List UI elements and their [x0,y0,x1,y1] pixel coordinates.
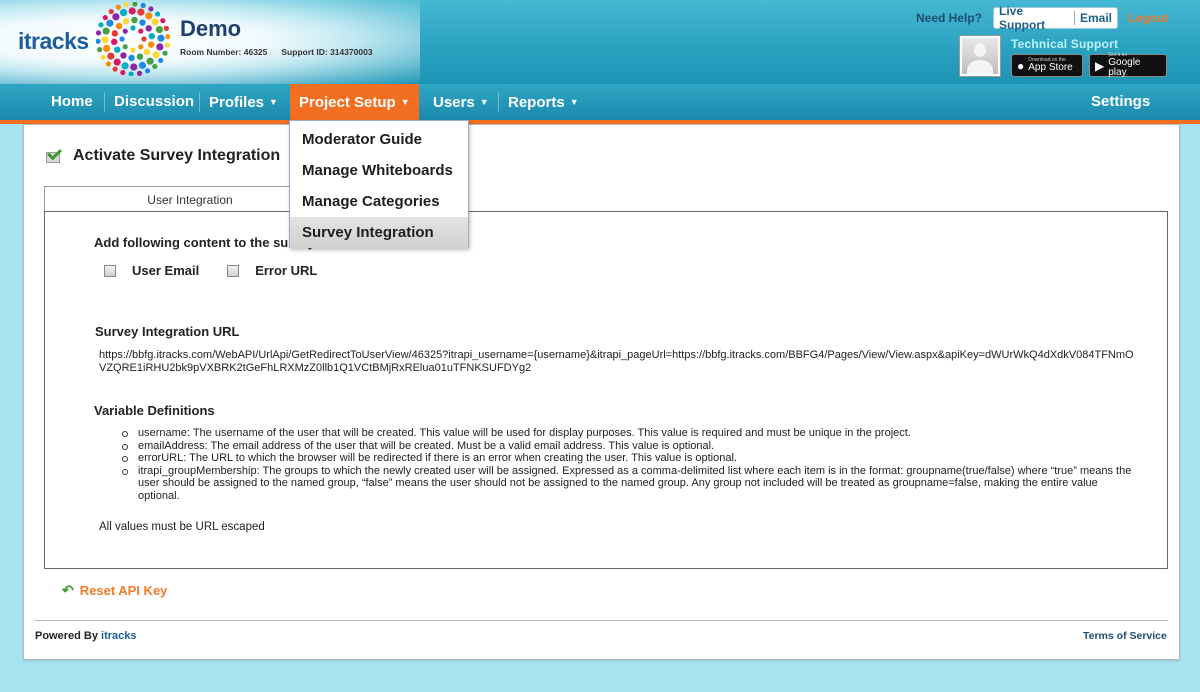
error-url-label: Error URL [255,263,318,278]
variable-definitions-list: username: The username of the user that … [122,427,1132,503]
list-item: username: The username of the user that … [122,427,1132,440]
instruction-text: Add following content to the survey: [94,235,320,250]
logout-link[interactable]: Logout [1128,11,1169,25]
nav-discussion[interactable]: Discussion [105,84,203,120]
user-avatar-icon[interactable] [959,35,1001,77]
check-icon [45,149,61,163]
nav-project-setup-label: Project Setup [299,94,396,111]
powered-by: Powered By itracks [35,630,137,642]
play-icon: ▶ [1095,58,1105,73]
help-label: Need Help? [916,11,983,25]
nav-users[interactable]: Users ▼ [424,84,498,120]
page-title-row: Activate Survey Integration [45,147,280,165]
escape-note: All values must be URL escaped [99,521,265,533]
nav-settings[interactable]: Settings [1082,84,1159,120]
nav-home-label: Home [51,93,93,110]
tech-support-label: Technical Support [1011,37,1119,51]
nav-project-setup[interactable]: Project Setup ▼ [290,84,419,124]
url-heading: Survey Integration URL [95,324,240,339]
menu-item-manage-whiteboards[interactable]: Manage Whiteboards [290,155,468,186]
list-item: itrapi_groupMembership: The groups to wh… [122,465,1132,503]
chevron-down-icon: ▼ [479,97,489,107]
powered-by-brand-link[interactable]: itracks [101,630,136,642]
google-play-big: Google play [1108,57,1141,78]
support-id: Support ID: 314370003 [281,47,373,57]
live-support-link[interactable]: Live Support [994,4,1074,32]
options-row: User Email Error URL [104,263,345,278]
footer-divider [34,620,1168,621]
menu-item-moderator-guide[interactable]: Moderator Guide [290,124,468,155]
nav-profiles-label: Profiles [209,94,265,111]
nav-discussion-label: Discussion [114,93,195,110]
powered-by-label: Powered By [35,630,98,642]
logo-text[interactable]: itracks [18,28,89,55]
nav-users-label: Users [433,94,475,111]
chevron-down-icon: ▼ [400,97,410,107]
email-link[interactable]: Email [1075,11,1117,25]
menu-item-survey-integration[interactable]: Survey Integration [290,217,468,248]
menu-item-manage-categories[interactable]: Manage Categories [290,186,468,217]
variable-definitions-heading: Variable Definitions [94,403,215,418]
google-play-badge[interactable]: ▶ Get it on Google play [1089,53,1167,78]
user-email-checkbox[interactable] [104,264,116,277]
nav-settings-label: Settings [1091,93,1151,110]
reset-api-key-button[interactable]: ↶ Reset API Key [62,582,167,599]
survey-integration-url: https://bbfg.itracks.com/WebAPI/UrlApi/G… [99,349,1134,375]
project-setup-dropdown: Moderator Guide Manage Whiteboards Manag… [289,120,469,248]
error-url-checkbox[interactable] [227,264,240,277]
reset-api-key-label: Reset API Key [79,583,168,598]
list-item: emailAddress: The email address of the u… [122,440,1132,453]
chevron-down-icon: ▼ [569,97,579,107]
room-number: Room Number: 46325 [180,47,268,57]
user-email-label: User Email [132,263,200,278]
nav-home[interactable]: Home [42,84,102,120]
itracks-burst-logo-icon [96,2,170,76]
undo-arrow-icon: ↶ [62,582,74,598]
nav-reports-label: Reports [508,94,565,111]
app-store-badge[interactable]: ● Download on the App Store [1011,54,1083,77]
project-name: Demo [180,16,242,41]
help-links: Live Support Email [993,4,1118,32]
app-store-big: App Store [1028,62,1073,73]
terms-of-service-link[interactable]: Terms of Service [1083,630,1167,642]
room-info: Room Number: 46325 Support ID: 314370003 [180,47,373,57]
list-item: errorURL: The URL to which the browser w… [122,452,1132,465]
nav-reports[interactable]: Reports ▼ [499,84,588,120]
apple-icon: ● [1017,58,1025,73]
page-title: Activate Survey Integration [73,147,281,164]
chevron-down-icon: ▼ [269,97,278,107]
nav-profiles[interactable]: Profiles ▼ [200,84,287,120]
